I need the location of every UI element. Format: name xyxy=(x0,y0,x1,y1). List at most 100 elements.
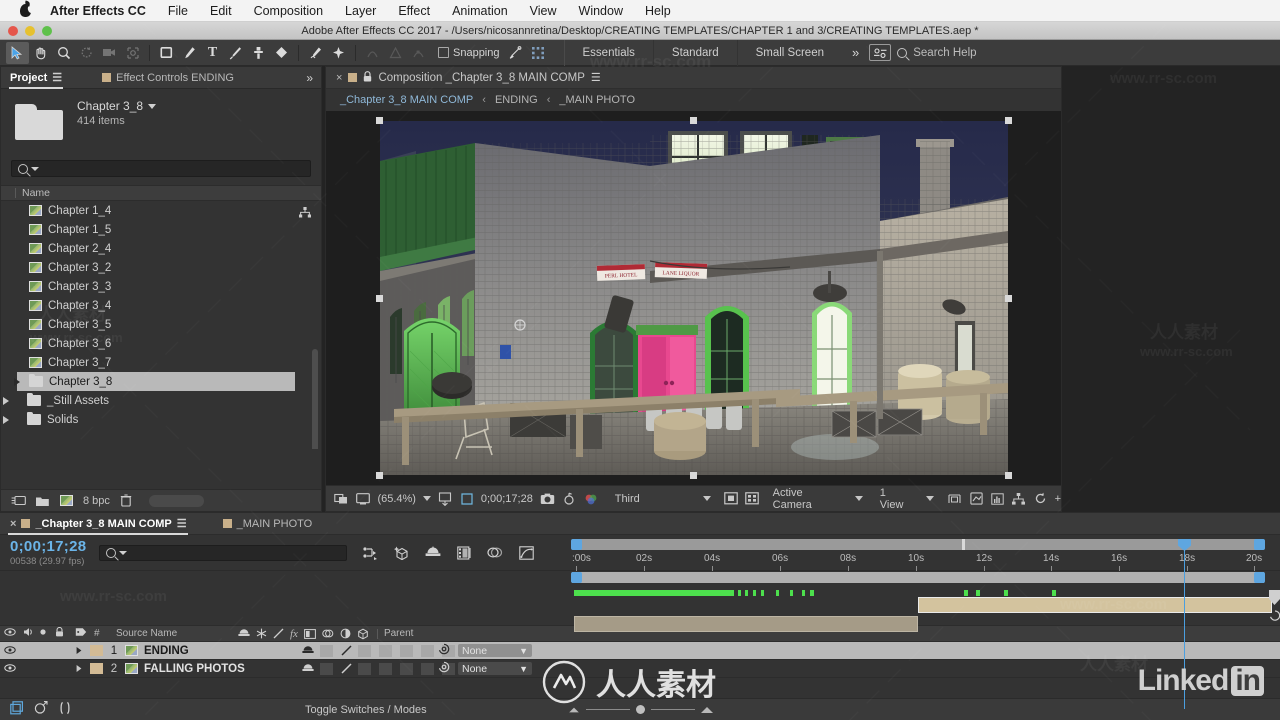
composition-canvas[interactable]: PERL HOTEL LANE LIQUOR xyxy=(375,117,1012,479)
type-tool-icon[interactable]: T xyxy=(201,42,224,64)
roto-brush-tool-icon[interactable] xyxy=(304,42,327,64)
project-footer-slider[interactable] xyxy=(148,494,204,507)
layer-label-color[interactable] xyxy=(90,645,103,656)
camera-tool-icon[interactable] xyxy=(98,42,121,64)
draft-3d-icon[interactable] xyxy=(394,545,410,561)
workspace-settings-icon[interactable] xyxy=(869,44,892,61)
zoom-in-icon[interactable] xyxy=(701,706,713,713)
work-area-bar[interactable] xyxy=(571,539,1265,550)
list-item[interactable]: _Still Assets xyxy=(1,391,321,410)
composition-mini-flowchart-icon[interactable] xyxy=(363,545,379,561)
parent-pick-whip-icon[interactable] xyxy=(438,643,450,658)
parent-dropdown[interactable]: None ▼ xyxy=(458,662,532,675)
breadcrumb-item-ending[interactable]: ENDING xyxy=(495,94,538,106)
layer-clip-ending[interactable] xyxy=(918,597,1272,613)
list-item[interactable]: Chapter 1_4 xyxy=(1,201,321,220)
layer-label-color[interactable] xyxy=(90,663,103,674)
breadcrumb-item-main-comp[interactable]: _Chapter 3_8 MAIN COMP xyxy=(340,94,473,106)
viewer-timecode[interactable]: 0;00;17;28 xyxy=(481,493,533,505)
hand-tool-icon[interactable] xyxy=(29,42,52,64)
parent-pick-whip-icon[interactable] xyxy=(438,661,450,676)
snap-arrow-icon[interactable] xyxy=(504,42,527,64)
rotation-tool-icon[interactable] xyxy=(75,42,98,64)
zoom-out-icon[interactable] xyxy=(569,707,579,712)
mask-tool-icon[interactable] xyxy=(384,42,407,64)
time-ruler[interactable]: :00s 02s 04s 06s 08s 10s 12s 14s 16s 18s… xyxy=(570,553,1280,571)
always-preview-icon[interactable] xyxy=(334,491,349,507)
new-comp-icon[interactable] xyxy=(59,494,74,507)
channels-icon[interactable] xyxy=(583,491,597,507)
breadcrumb-item-main-photo[interactable]: _MAIN PHOTO xyxy=(559,94,635,106)
resize-handle-bc[interactable] xyxy=(689,472,697,479)
resize-handle-ml[interactable] xyxy=(375,295,383,302)
timeline-zoom-slider[interactable] xyxy=(568,705,713,714)
menu-item-layer[interactable]: Layer xyxy=(334,0,387,22)
panel-overflow-icon[interactable]: » xyxy=(306,71,321,85)
close-icon[interactable]: × xyxy=(336,72,342,84)
time-scroll-start-handle[interactable] xyxy=(571,572,582,583)
timeline-panel-menu-icon[interactable]: ☰ xyxy=(177,517,187,530)
maximize-button[interactable] xyxy=(42,26,52,36)
lock-icon[interactable] xyxy=(363,70,372,85)
search-help-field[interactable]: Search Help xyxy=(897,47,977,59)
tab-main-comp[interactable]: × _Chapter 3_8 MAIN COMP ☰ xyxy=(0,513,196,535)
zoom-tool-icon[interactable] xyxy=(52,42,75,64)
reset-exposure-icon[interactable] xyxy=(1033,491,1047,507)
resolution-chevron-icon[interactable] xyxy=(702,496,711,501)
list-item[interactable]: Chapter 3_2 xyxy=(1,258,321,277)
resize-handle-tc[interactable] xyxy=(689,117,697,124)
work-area-end-handle[interactable] xyxy=(1254,539,1265,550)
workspace-overflow-icon[interactable]: » xyxy=(842,40,869,66)
composition-viewer[interactable]: PERL HOTEL LANE LIQUOR xyxy=(326,111,1061,485)
frame-blending-icon[interactable] xyxy=(456,545,472,561)
time-scrollbar[interactable] xyxy=(571,572,1265,583)
layer-name[interactable]: FALLING PHOTOS xyxy=(144,663,245,675)
list-item[interactable]: Chapter 3_4 xyxy=(1,296,321,315)
menu-item-after-effects[interactable]: After Effects CC xyxy=(47,0,157,22)
tab-effect-controls[interactable]: Effect Controls ENDING xyxy=(93,67,243,89)
eraser-tool-icon[interactable] xyxy=(270,42,293,64)
parent-dropdown[interactable]: None ▼ xyxy=(458,644,532,657)
comp-flowchart-footer-icon[interactable] xyxy=(10,701,24,718)
menu-item-effect[interactable]: Effect xyxy=(387,0,441,22)
brush-tool-icon[interactable] xyxy=(224,42,247,64)
zoom-level-value[interactable]: (65.4%) xyxy=(377,493,416,505)
workspace-small-screen[interactable]: Small Screen xyxy=(736,39,842,66)
close-button[interactable] xyxy=(8,26,18,36)
show-snapshot-icon[interactable] xyxy=(562,491,576,507)
project-panel-menu-icon[interactable]: ☰ xyxy=(52,71,62,84)
work-area-start-handle[interactable] xyxy=(571,539,582,550)
resize-handle-tr[interactable] xyxy=(1004,117,1012,124)
list-item[interactable]: Chapter 3_6 xyxy=(1,334,321,353)
timeline-toggle-icon[interactable] xyxy=(969,491,983,507)
snapping-control[interactable]: Snapping xyxy=(438,47,500,59)
graph-editor-icon[interactable] xyxy=(518,545,534,561)
menu-item-composition[interactable]: Composition xyxy=(243,0,334,22)
minimize-button[interactable] xyxy=(25,26,35,36)
mask-feather-tool-icon[interactable] xyxy=(361,42,384,64)
menu-item-window[interactable]: Window xyxy=(568,0,634,22)
tab-main-photo[interactable]: _MAIN PHOTO xyxy=(214,513,322,535)
apple-logo-icon[interactable] xyxy=(20,4,31,17)
project-folder-title[interactable]: Chapter 3_8 xyxy=(77,99,157,113)
mask-point-tool-icon[interactable] xyxy=(407,42,430,64)
expression-icon[interactable] xyxy=(58,701,72,718)
timeline-search-field[interactable] xyxy=(131,546,341,559)
bit-depth-label[interactable]: 8 bpc xyxy=(83,495,110,507)
window-controls[interactable] xyxy=(8,26,52,36)
list-item[interactable]: Chapter 1_5 xyxy=(1,220,321,239)
tab-project[interactable]: Project ☰ xyxy=(1,67,71,89)
time-scroll-end-handle[interactable] xyxy=(1254,572,1265,583)
list-item[interactable]: Solids xyxy=(1,410,321,429)
selection-tool-icon[interactable] xyxy=(6,41,29,64)
layer-name[interactable]: ENDING xyxy=(144,645,189,657)
expand-arrow-icon[interactable] xyxy=(3,415,9,424)
layer-visibility-toggle[interactable] xyxy=(0,663,20,675)
histogram-icon[interactable] xyxy=(990,491,1004,507)
list-item[interactable]: Chapter 3_3 xyxy=(1,277,321,296)
list-item[interactable]: Chapter 3_5 xyxy=(1,315,321,334)
menu-item-view[interactable]: View xyxy=(519,0,568,22)
project-search-input[interactable] xyxy=(11,160,311,177)
new-folder-icon[interactable] xyxy=(35,494,50,507)
workspace-standard[interactable]: Standard xyxy=(652,39,737,66)
